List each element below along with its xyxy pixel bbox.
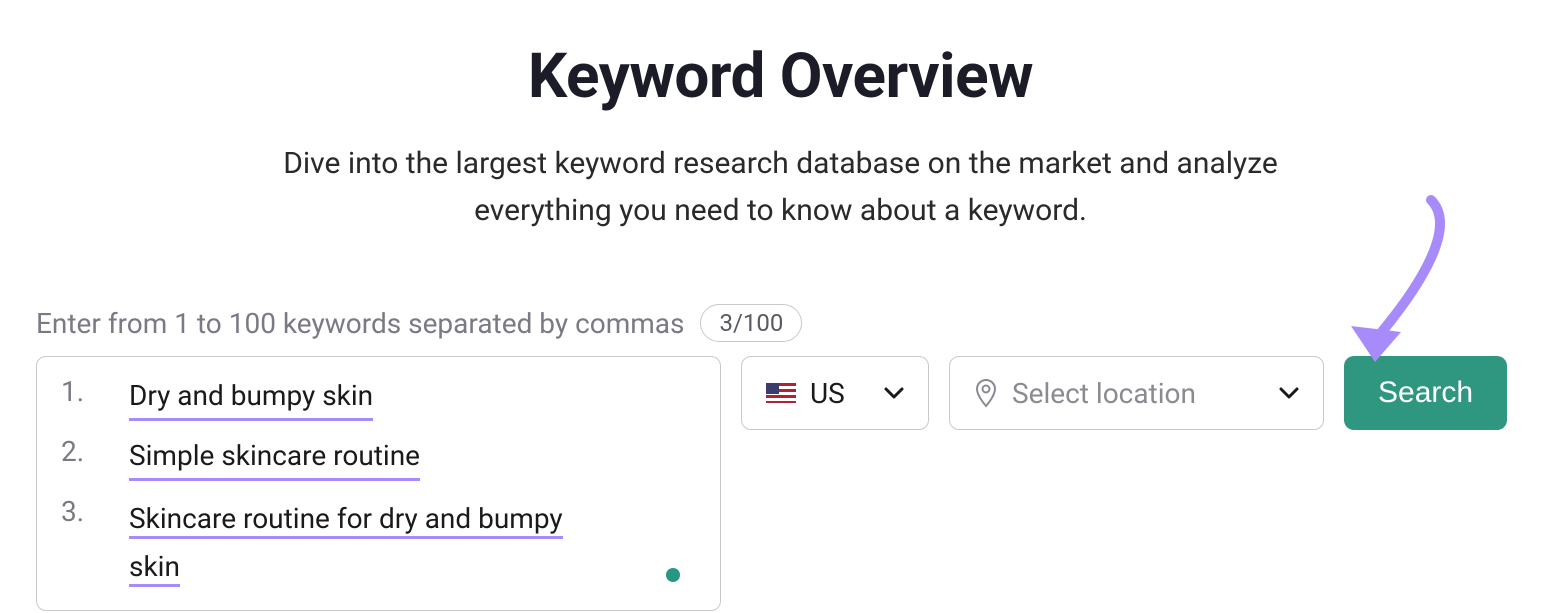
country-select[interactable]: US [741, 356, 929, 430]
location-placeholder: Select location [1012, 377, 1265, 410]
keyword-count-badge: 3/100 [700, 304, 802, 342]
keyword-row: 2. Simple skincare routine [61, 435, 698, 481]
location-select[interactable]: Select location [949, 356, 1324, 430]
us-flag-icon [766, 383, 796, 403]
country-label: US [810, 377, 870, 410]
keyword-text: Dry and bumpy skin [129, 375, 373, 421]
keyword-text: Simple skincare routine [129, 435, 420, 481]
search-button[interactable]: Search [1344, 356, 1507, 430]
keywords-input[interactable]: 1. Dry and bumpy skin 2. Simple skincare… [36, 356, 721, 611]
keyword-row: 3. Skincare routine for dry and bumpy sk… [61, 495, 698, 590]
location-pin-icon [974, 378, 998, 408]
page-title: Keyword Overview [30, 40, 1531, 113]
keyword-text: Skincare routine for dry and bumpy skin [129, 495, 563, 590]
hint-text: Enter from 1 to 100 keywords separated b… [36, 307, 684, 340]
chevron-down-icon [1279, 387, 1299, 399]
keyword-number: 3. [61, 495, 95, 528]
page-subtitle: Dive into the largest keyword research d… [251, 141, 1311, 234]
keyword-number: 2. [61, 435, 95, 468]
chevron-down-icon [884, 387, 904, 399]
keyword-row: 1. Dry and bumpy skin [61, 375, 698, 421]
keyword-number: 1. [61, 375, 95, 408]
hint-row: Enter from 1 to 100 keywords separated b… [30, 304, 1531, 342]
